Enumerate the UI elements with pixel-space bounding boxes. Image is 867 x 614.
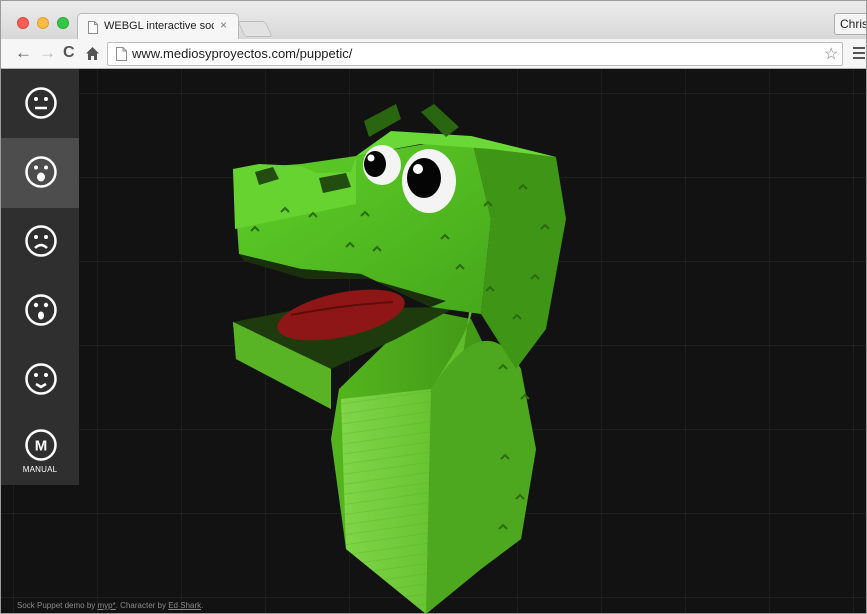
manual-mode-icon: M (25, 429, 57, 461)
profile-button[interactable]: Chris (834, 13, 866, 35)
hamburger-menu-icon[interactable] (853, 47, 865, 59)
left-pupil (364, 151, 386, 177)
url-text[interactable]: www.mediosyproyectos.com/puppetic/ (132, 46, 352, 61)
manual-letter: M (35, 438, 48, 455)
browser-toolbar: ← → C www.mediosyproyectos.com/puppetic/… (1, 39, 866, 69)
character-credit-link[interactable]: Ed Shark (168, 601, 201, 610)
title-bar: WEBGL interactive sock pu × Chris (1, 1, 866, 40)
tab-close-icon[interactable]: × (220, 18, 227, 32)
manual-label: MANUAL (22, 465, 58, 474)
page-icon (88, 21, 98, 34)
new-tab-button[interactable] (237, 21, 273, 37)
credits-middle: . Character by (115, 601, 169, 610)
right-eyebrow (421, 104, 459, 137)
shocked-face-button[interactable] (1, 276, 79, 346)
worried-face-button[interactable] (1, 345, 79, 415)
browser-window: WEBGL interactive sock pu × Chris ← → C … (0, 0, 867, 614)
forward-button[interactable]: → (39, 43, 56, 63)
address-bar[interactable]: www.mediosyproyectos.com/puppetic/ ☆ (107, 42, 843, 66)
reload-button[interactable]: C (63, 43, 75, 63)
surprised-face-icon (25, 156, 57, 188)
credit-link[interactable]: myp* (98, 601, 116, 610)
page-icon (116, 47, 127, 61)
credits-footer: Sock Puppet demo by myp*. Character by E… (17, 601, 203, 610)
webgl-canvas[interactable]: M MANUAL Sock Puppet demo by myp*. Chara… (1, 69, 867, 614)
close-window-button[interactable] (17, 17, 29, 29)
neutral-face-icon (25, 87, 57, 119)
puppet-neck-side (426, 340, 536, 613)
credits-prefix: Sock Puppet demo by (17, 601, 98, 610)
home-icon[interactable] (85, 46, 100, 61)
puppet-neck-texture (341, 389, 431, 613)
head-front (233, 136, 491, 314)
surprised-face-button[interactable] (1, 138, 79, 208)
worried-face-icon (25, 363, 57, 395)
shocked-face-icon (25, 294, 57, 326)
credits-suffix: . (201, 601, 204, 610)
sad-face-button[interactable] (1, 207, 79, 277)
sock-puppet-scene[interactable] (1, 69, 867, 614)
bookmark-star-icon[interactable]: ☆ (824, 44, 838, 64)
right-pupil (407, 158, 441, 198)
minimize-window-button[interactable] (37, 17, 49, 29)
sad-face-icon (25, 225, 57, 257)
neutral-face-button[interactable] (1, 69, 79, 139)
back-button[interactable]: ← (15, 43, 32, 63)
maximize-window-button[interactable] (57, 17, 69, 29)
expression-sidebar: M MANUAL (1, 69, 79, 485)
left-eye-glint (367, 154, 375, 162)
browser-tab[interactable]: WEBGL interactive sock pu × (77, 13, 239, 40)
right-eye-glint (413, 164, 423, 174)
tab-title: WEBGL interactive sock pu (104, 20, 214, 32)
